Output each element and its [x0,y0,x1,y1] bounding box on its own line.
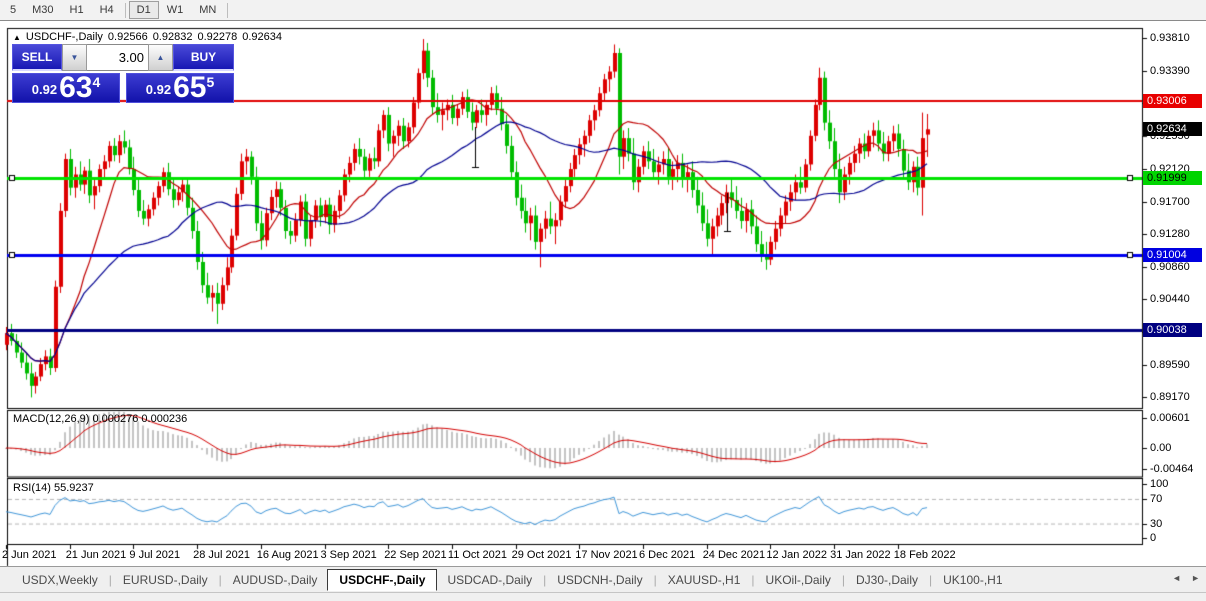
tab-scroll-left-icon[interactable]: ◄ [1172,573,1181,583]
timeframe-mn[interactable]: MN [191,1,224,19]
chart-symbol-header: ▲ USDCHF-,Daily 0.92566 0.92832 0.92278 0.926… [13,31,287,43]
macd-axis-label: -0.00464 [1150,463,1194,475]
price-tick-label: 0.90440 [1150,293,1190,306]
price-tick-label: 0.93390 [1150,64,1190,77]
chart-tab-ukoil-daily[interactable]: UKOil-,Daily [756,569,841,591]
price-tick-label: 0.91700 [1150,195,1190,208]
chart-tab-uk100-h1[interactable]: UK100-,H1 [933,569,1012,591]
macd-axis-label: 0.00601 [1150,412,1190,424]
date-tick-label: 31 Jan 2022 [830,549,891,561]
current-price-tag: 0.92634 [1143,122,1202,137]
date-tick-label: 22 Sep 2021 [384,549,447,561]
ohlc-open: 0.92566 [107,31,148,43]
date-tick-label: 18 Feb 2022 [893,549,956,561]
one-click-trade-panel: SELL ▼ ▲ BUY 0.92 63 4 0.92 65 5 [12,44,234,103]
chart-tab-dj30-daily[interactable]: DJ30-,Daily [846,569,928,591]
tab-separator: | [929,572,933,587]
date-tick-label: 3 Sep 2021 [320,549,377,561]
sell-price-prefix: 0.92 [31,82,58,97]
price-tick-label: 0.89170 [1150,391,1190,404]
price-tick-label: 0.91280 [1150,228,1190,241]
ohlc-low: 0.92278 [197,31,238,43]
sell-price-display[interactable]: 0.92 63 4 [12,73,120,103]
timeframe-h4[interactable]: H4 [92,1,122,19]
buy-price-prefix: 0.92 [145,82,172,97]
tab-separator: | [841,572,845,587]
tab-separator: | [751,572,755,587]
tab-separator: | [218,572,222,587]
date-tick-label: 9 Jul 2021 [129,549,181,561]
price-tick-label: 0.93810 [1150,32,1190,45]
rsi-axis-label: 30 [1150,518,1163,531]
timeframe-toolbar: 5 M30 H1 H4 D1 W1 MN [0,0,1206,21]
date-tick-label: 6 Dec 2021 [639,549,696,561]
rsi-axis-label: 0 [1150,532,1157,544]
trading-terminal: 5 M30 H1 H4 D1 W1 MN ▲ USDCHF-,Daily 0.92566 0.92… [0,0,1206,601]
chart-tab-usdcad-daily[interactable]: USDCAD-,Daily [437,569,542,591]
tab-scroll-right-icon[interactable]: ► [1191,573,1200,583]
buy-price-display[interactable]: 0.92 65 5 [126,73,234,103]
toolbar-separator [124,2,126,18]
volume-input[interactable] [87,44,148,71]
chart-tab-eurusd-daily[interactable]: EURUSD-,Daily [113,569,218,591]
chart-tab-usdcnh-daily[interactable]: USDCNH-,Daily [547,569,652,591]
macd-axis-label: 0.00 [1150,442,1172,454]
date-tick-label: 24 Dec 2021 [702,549,766,561]
tab-scroll-arrows: ◄ ► [1172,573,1200,583]
date-tick-label: 12 Jan 2022 [766,549,827,561]
macd-indicator-label: MACD(12,26,9) 0.000276 0.000236 [13,413,188,425]
window-bottom-strip [0,592,1206,601]
buy-button[interactable]: BUY [173,44,234,71]
date-tick-label: 28 Jul 2021 [193,549,250,561]
timeframe-m30[interactable]: M30 [24,1,61,19]
toolbar-separator [227,2,229,18]
chart-tab-audusd-daily[interactable]: AUDUSD-,Daily [223,569,328,591]
volume-decrease-button[interactable]: ▼ [62,44,87,71]
chart-tab-usdchf-daily[interactable]: USDCHF-,Daily [327,568,438,591]
date-tick-label: 11 Oct 2021 [447,549,508,561]
chart-tab-xauusd-h1[interactable]: XAUUSD-,H1 [658,569,751,591]
date-tick-label: 2 Jun 2021 [2,549,57,561]
chart-tab-bar: USDX,Weekly | EURUSD-,Daily | AUDUSD-,Daily U… [0,566,1206,592]
hline-price-tag: 0.91999 [1143,171,1202,186]
tab-separator: | [108,572,112,587]
hline-price-tag: 0.91004 [1143,248,1202,263]
symbol-arrow-icon: ▲ [13,33,21,42]
sell-button[interactable]: SELL [12,44,62,71]
rsi-axis-label: 70 [1150,493,1163,506]
date-tick-label: 16 Aug 2021 [256,549,319,561]
ohlc-high: 0.92832 [152,31,193,43]
tab-separator: | [543,572,547,587]
tab-separator: | [653,572,657,587]
timeframe-h1[interactable]: H1 [62,1,92,19]
volume-increase-button[interactable]: ▲ [148,44,173,71]
date-tick-label: 21 Jun 2021 [65,549,127,561]
hline-price-tag: 0.93006 [1143,93,1202,108]
timeframe-d1[interactable]: D1 [128,1,159,19]
sell-price-pip: 4 [92,74,101,90]
rsi-axis-label: 100 [1150,478,1169,490]
chart-tab-usdx-weekly[interactable]: USDX,Weekly [12,569,108,591]
timeframe-w1[interactable]: W1 [159,1,192,19]
buy-price-pip: 5 [206,74,215,90]
ohlc-close: 0.92634 [242,31,282,43]
rsi-indicator-label: RSI(14) 55.9237 [13,482,94,494]
sell-price-big: 63 [59,71,93,104]
timeframe-5[interactable]: 5 [2,1,24,19]
date-tick-label: 29 Oct 2021 [511,549,572,561]
date-tick-label: 17 Nov 2021 [575,549,638,561]
hline-price-tag: 0.90038 [1143,323,1202,338]
price-tick-label: 0.89590 [1150,358,1190,371]
buy-price-big: 65 [173,71,207,104]
symbol-title: USDCHF-,Daily [25,31,103,43]
